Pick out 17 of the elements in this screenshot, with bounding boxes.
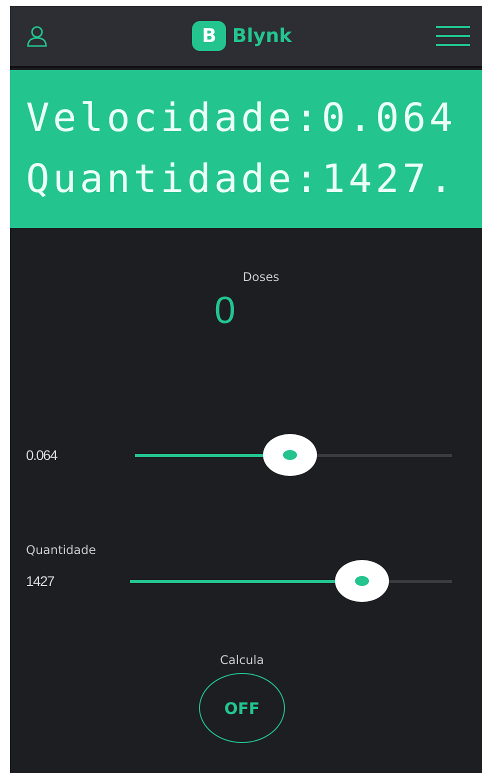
slider-thumb[interactable] <box>334 560 389 602</box>
display-label: Doses <box>242 270 280 284</box>
slider-label: Quantidade <box>26 543 98 559</box>
app-title: Blynk <box>232 25 292 47</box>
user-icon[interactable] <box>26 25 48 47</box>
lcd-line: Quantidade:1427. <box>26 160 458 199</box>
slider[interactable] <box>135 434 452 476</box>
slider-thumb[interactable] <box>263 434 318 476</box>
slider-value: 1427 <box>26 573 56 589</box>
slider-value: 0.064 <box>26 447 58 463</box>
toggle-button[interactable]: OFF <box>199 673 285 743</box>
lcd-line: Velocidade:0.064 <box>26 99 458 138</box>
display-value: 0 <box>214 290 236 333</box>
menu-icon[interactable] <box>436 25 470 47</box>
button-label: Calcula <box>220 653 264 667</box>
logo-badge: B <box>192 21 226 51</box>
slider[interactable] <box>130 560 452 602</box>
